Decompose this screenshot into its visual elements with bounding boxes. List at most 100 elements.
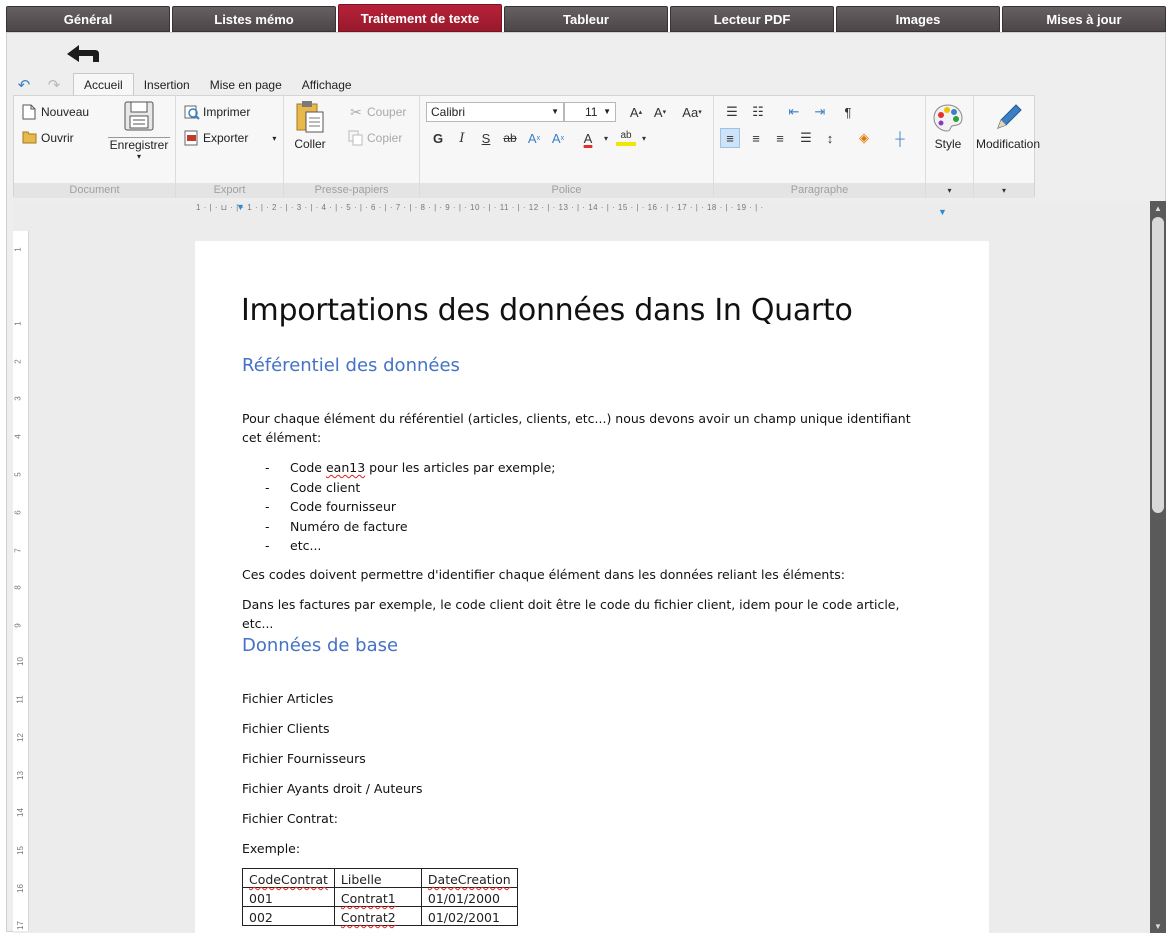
redo-icon[interactable]: ↷ bbox=[43, 75, 65, 95]
increase-indent-icon[interactable]: ⇥ bbox=[810, 102, 830, 122]
main-frame: ↶ ↷ Accueil Insertion Mise en page Affic… bbox=[6, 32, 1166, 933]
imprimer-button[interactable]: Imprimer bbox=[184, 104, 250, 120]
couper-button[interactable]: ✂ Couper bbox=[348, 104, 406, 120]
right-indent-marker-icon[interactable]: ▼ bbox=[938, 207, 947, 217]
file-line: Fichier Clients bbox=[242, 721, 330, 736]
floppy-disk-icon bbox=[123, 100, 155, 135]
paste-icon bbox=[294, 100, 326, 137]
underline-icon[interactable]: S bbox=[476, 128, 496, 148]
tab-lecteur-pdf[interactable]: Lecteur PDF bbox=[670, 6, 834, 32]
style-expand-icon[interactable]: ▾ bbox=[926, 183, 973, 198]
document-title: Importations des données dans In Quarto bbox=[241, 293, 853, 328]
group-document: Nouveau Ouvrir Enregistrer ▾ Document bbox=[14, 96, 176, 198]
highlight-dropdown-icon[interactable]: ▾ bbox=[634, 128, 654, 148]
group-modification: Modification ▾ bbox=[974, 96, 1040, 198]
font-color-icon[interactable]: A bbox=[578, 128, 598, 148]
table-header-row: CodeContrat Libelle DateCreation bbox=[242, 868, 518, 888]
list-item: - Code ean13 pour les articles par exempl… bbox=[265, 460, 556, 475]
file-line: Fichier Ayants droit / Auteurs bbox=[242, 781, 423, 796]
list-item: - Code fournisseur bbox=[265, 499, 397, 514]
ouvrir-button[interactable]: Ouvrir bbox=[22, 130, 74, 146]
table-row: 002 Contrat2 01/02/2001 bbox=[242, 906, 518, 926]
exporter-button[interactable]: Exporter ▾ bbox=[184, 130, 276, 146]
group-paragraphe: ☰ ☷ ⇤ ⇥ ¶ ≡ ≡ ≡ ☰ ↕ ◈ ┼ Paragraphe bbox=[714, 96, 926, 198]
italic-icon[interactable]: I bbox=[452, 128, 472, 148]
superscript-icon[interactable]: Ax bbox=[548, 128, 568, 148]
paragraph-intro: Pour chaque élément du référentiel (arti… bbox=[242, 411, 911, 445]
ribbon: Nouveau Ouvrir Enregistrer ▾ Document Im… bbox=[13, 95, 1040, 198]
vertical-ruler: 1 1 2 3 4 5 6 7 8 9 10 11 12 13 14 15 16… bbox=[13, 231, 29, 931]
file-line: Exemple: bbox=[242, 841, 301, 856]
tab-listes-memo[interactable]: Listes mémo bbox=[172, 6, 336, 32]
bullet-list: - Code ean13 pour les articles par exempl… bbox=[265, 458, 555, 556]
palette-icon bbox=[932, 102, 964, 137]
font-color-dropdown-icon[interactable]: ▾ bbox=[596, 128, 616, 148]
font-size-dropdown-icon: ▼ bbox=[603, 107, 611, 116]
grow-font-icon[interactable]: A ▴ bbox=[626, 102, 646, 122]
subscript-icon[interactable]: Ax bbox=[524, 128, 544, 148]
group-style: Style ▾ bbox=[926, 96, 974, 198]
file-line: Fichier Fournisseurs bbox=[242, 751, 366, 766]
highlight-icon[interactable]: ab bbox=[616, 128, 636, 146]
bold-icon[interactable]: G bbox=[428, 128, 448, 148]
tab-tableur[interactable]: Tableur bbox=[504, 6, 668, 32]
font-family-select[interactable]: Calibri ▼ bbox=[426, 102, 564, 122]
export-icon bbox=[184, 130, 200, 146]
scroll-thumb[interactable] bbox=[1152, 217, 1164, 513]
tab-general[interactable]: Général bbox=[6, 6, 170, 32]
ribbon-tab-accueil[interactable]: Accueil bbox=[73, 73, 134, 95]
font-size-select[interactable]: 11 ▼ bbox=[564, 102, 616, 122]
justify-icon[interactable]: ☰ bbox=[796, 128, 816, 148]
ribbon-tab-insertion[interactable]: Insertion bbox=[134, 75, 200, 95]
tab-traitement-de-texte[interactable]: Traitement de texte bbox=[338, 4, 502, 32]
contract-table: CodeContrat Libelle DateCreation 001 Con… bbox=[242, 868, 518, 926]
group-clipboard: Coller ✂ Couper Copier Presse-papiers bbox=[284, 96, 420, 198]
copier-button[interactable]: Copier bbox=[348, 130, 402, 146]
style-button[interactable]: Style bbox=[932, 102, 964, 151]
decrease-indent-icon[interactable]: ⇤ bbox=[784, 102, 804, 122]
app-tab-bar: Général Listes mémo Traitement de texte … bbox=[6, 4, 1166, 32]
list-item: - etc... bbox=[265, 538, 322, 553]
tab-mises-a-jour[interactable]: Mises à jour bbox=[1002, 6, 1166, 32]
paragraph-codes: Ces codes doivent permettre d'identifier… bbox=[242, 567, 845, 582]
print-preview-icon bbox=[184, 104, 200, 120]
strikethrough-icon[interactable]: ab bbox=[500, 128, 520, 148]
numbered-list-icon[interactable]: ☷ bbox=[748, 102, 768, 122]
list-item: - Code client bbox=[265, 479, 361, 495]
heading-donnees-de-base: Données de base bbox=[242, 635, 399, 656]
coller-button[interactable]: Coller bbox=[294, 100, 326, 151]
align-left-icon[interactable]: ≡ bbox=[720, 128, 740, 148]
file-line: Fichier Contrat: bbox=[242, 811, 338, 826]
pencil-icon bbox=[992, 102, 1024, 137]
scroll-up-icon[interactable]: ▲ bbox=[1150, 201, 1166, 215]
modification-expand-icon[interactable]: ▾ bbox=[974, 183, 1034, 198]
line-spacing-icon[interactable]: ↕ bbox=[820, 128, 840, 148]
align-center-icon[interactable]: ≡ bbox=[746, 128, 766, 148]
group-export: Imprimer Exporter ▾ Export bbox=[176, 96, 284, 198]
vertical-scrollbar[interactable]: ▲ ▼ bbox=[1150, 201, 1166, 933]
ribbon-tab-affichage[interactable]: Affichage bbox=[292, 75, 362, 95]
left-indent-marker-icon[interactable]: ▼ bbox=[236, 202, 245, 212]
exporter-dropdown-icon[interactable]: ▾ bbox=[272, 134, 276, 143]
bullet-list-icon[interactable]: ☰ bbox=[722, 102, 742, 122]
shading-icon[interactable]: ◈ bbox=[854, 128, 874, 148]
modification-button[interactable]: Modification bbox=[976, 102, 1040, 151]
change-case-icon[interactable]: Aa ▾ bbox=[678, 102, 706, 122]
scroll-down-icon[interactable]: ▼ bbox=[1150, 919, 1166, 933]
list-item: - Numéro de facture bbox=[265, 518, 408, 534]
file-line: Fichier Articles bbox=[242, 691, 334, 706]
pilcrow-icon[interactable]: ¶ bbox=[838, 102, 858, 122]
new-document-icon bbox=[22, 104, 38, 120]
ribbon-tab-bar: ↶ ↷ Accueil Insertion Mise en page Affic… bbox=[13, 73, 362, 95]
nouveau-button[interactable]: Nouveau bbox=[22, 104, 89, 120]
group-police: Calibri ▼ 11 ▼ A ▴ A ▾ Aa ▾ G I S ab Ax Ax … bbox=[420, 96, 714, 198]
ribbon-tab-mise-en-page[interactable]: Mise en page bbox=[200, 75, 292, 95]
shrink-font-icon[interactable]: A ▾ bbox=[650, 102, 670, 122]
undo-icon[interactable]: ↶ bbox=[13, 75, 35, 95]
document-page[interactable]: Importations des données dans In Quarto … bbox=[195, 241, 989, 933]
enregistrer-button[interactable]: Enregistrer ▾ bbox=[108, 100, 170, 161]
align-right-icon[interactable]: ≡ bbox=[770, 128, 790, 148]
tab-images[interactable]: Images bbox=[836, 6, 1000, 32]
borders-icon[interactable]: ┼ bbox=[890, 128, 910, 148]
back-arrow-icon[interactable] bbox=[65, 42, 101, 68]
